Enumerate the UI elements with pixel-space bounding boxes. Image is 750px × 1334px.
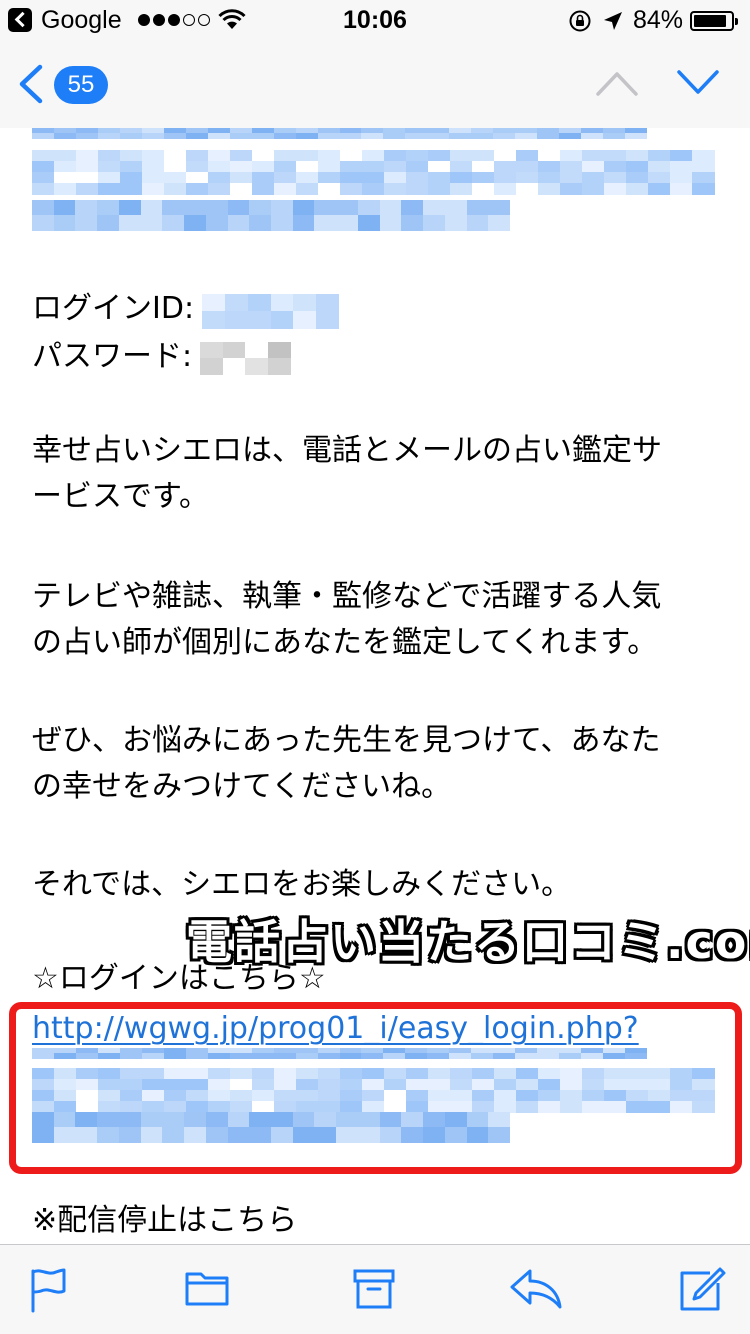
compose-icon[interactable] <box>678 1267 726 1313</box>
paragraph2-line1: テレビや雑誌、執筆・監修などで活躍する人気 <box>32 579 662 614</box>
email-body[interactable]: ログインID: パスワード: 幸せ占いシエロは、電話とメールの占い鑑定サ ービス… <box>0 128 750 1244</box>
next-message-icon[interactable] <box>676 68 720 98</box>
battery-percent: 84% <box>633 6 684 34</box>
closing-text: それでは、シエロをお楽しみください。 <box>32 867 572 902</box>
paragraph1-line1: 幸せ占いシエロは、電話とメールの占い鑑定サ <box>32 433 662 468</box>
login-id-label: ログインID: <box>32 291 195 326</box>
bottom-toolbar <box>0 1244 750 1334</box>
battery-icon <box>690 11 738 31</box>
nav-bar: 55 <box>0 40 750 128</box>
orientation-lock-icon <box>569 10 591 32</box>
paragraph2-line2: の占い師が個別にあなたを鑑定してくれます。 <box>32 625 658 660</box>
location-icon <box>604 12 622 30</box>
unread-count-badge[interactable]: 55 <box>54 66 108 104</box>
paragraph1-line2: ービスです。 <box>32 479 209 514</box>
paragraph3-line2: の幸せをみつけてくださいね。 <box>32 769 452 804</box>
status-bar: Google 10:06 84% <box>0 0 750 40</box>
flag-icon[interactable] <box>28 1267 68 1313</box>
folder-icon[interactable] <box>184 1267 230 1307</box>
password-label: パスワード: <box>32 339 193 374</box>
unsubscribe-text: ※配信停止はこちら <box>32 1203 298 1238</box>
paragraph3-line1: ぜひ、お悩みにあった先生を見つけて、あなた <box>32 723 661 758</box>
archive-icon[interactable] <box>352 1267 396 1311</box>
login-heading: ☆ログインはこちら☆ <box>32 961 326 996</box>
previous-message-icon[interactable] <box>595 68 639 98</box>
reply-icon[interactable] <box>508 1267 564 1311</box>
back-chevron-icon[interactable] <box>16 64 46 104</box>
